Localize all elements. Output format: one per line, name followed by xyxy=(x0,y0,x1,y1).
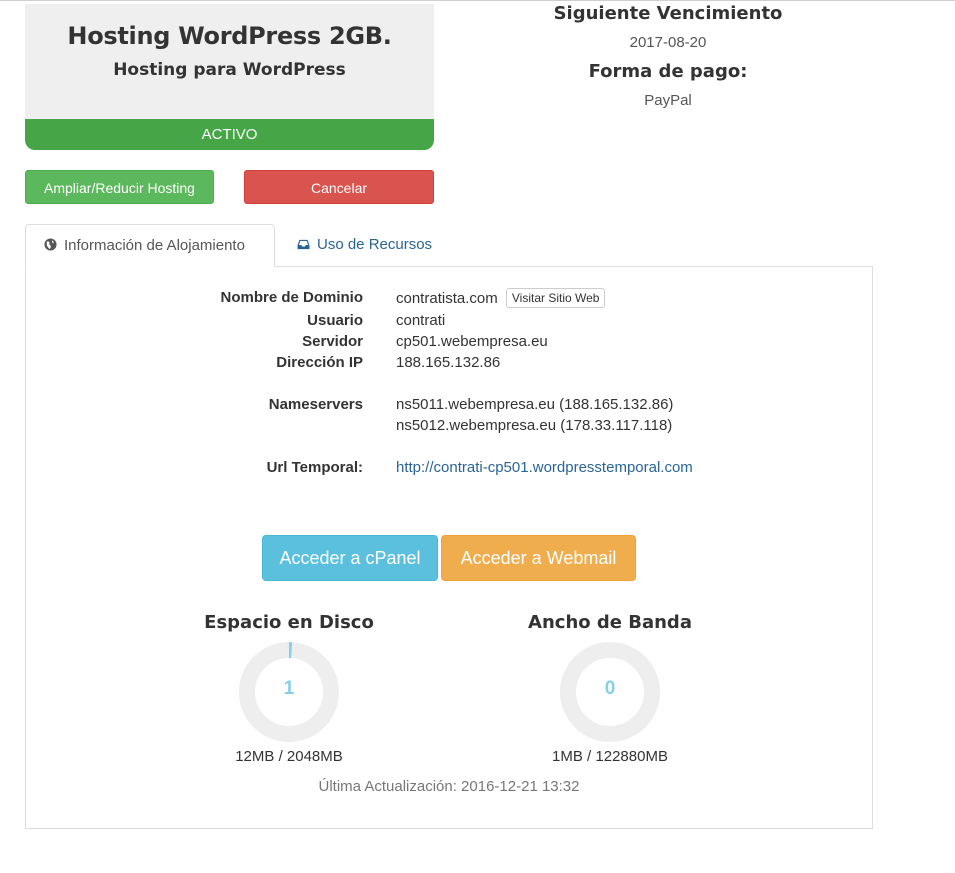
ip-label: Dirección IP xyxy=(276,354,363,371)
payment-method-value: PayPal xyxy=(644,92,692,109)
last-update-text: Última Actualización: 2016-12-21 13:32 xyxy=(318,778,580,795)
payment-method-label: Forma de pago: xyxy=(588,61,748,82)
tab-hosting-info[interactable]: Información de Alojamiento xyxy=(25,224,275,267)
bandwidth-text: 1MB / 122880MB xyxy=(552,748,668,765)
upgrade-downgrade-button[interactable]: Ampliar/Reducir Hosting xyxy=(25,170,214,204)
billing-info: Siguiente Vencimiento 2017-08-20 Forma d… xyxy=(470,0,866,109)
server-label: Servidor xyxy=(302,333,363,350)
disk-usage-title: Espacio en Disco xyxy=(204,612,374,633)
bandwidth-title: Ancho de Banda xyxy=(528,612,692,633)
product-name: Hosting WordPress 2GB. xyxy=(67,22,392,50)
status-badge: ACTIVO xyxy=(25,119,434,150)
domain-label: Nombre de Dominio xyxy=(220,289,363,306)
username-label: Usuario xyxy=(307,312,363,329)
cancel-button[interactable]: Cancelar xyxy=(244,170,434,204)
globe-icon xyxy=(44,225,57,267)
product-summary: Hosting WordPress 2GB. Hosting para Word… xyxy=(25,4,434,150)
tab-hosting-info-label: Información de Alojamiento xyxy=(64,237,245,254)
product-group: Hosting para WordPress xyxy=(113,60,346,80)
tab-resource-usage-label: Uso de Recursos xyxy=(317,236,433,253)
disk-usage-gauge: 1 xyxy=(237,640,341,744)
bandwidth-percent: 0 xyxy=(604,678,616,699)
disk-usage-percent: 1 xyxy=(283,678,295,699)
disk-usage-text: 12MB / 2048MB xyxy=(235,748,343,765)
temp-url-value: http://contrati-cp501.wordpresstemporal.… xyxy=(396,459,693,476)
bandwidth-gauge: 0 xyxy=(558,640,662,744)
next-due-label: Siguiente Vencimiento xyxy=(553,3,783,24)
ip-value: 188.165.132.86 xyxy=(396,354,501,371)
tab-resource-usage[interactable]: Uso de Recursos xyxy=(285,224,455,267)
username-value: contrati xyxy=(396,312,446,329)
webmail-login-button[interactable]: Acceder a Webmail xyxy=(441,535,636,581)
domain-text: contratista.com xyxy=(396,289,498,307)
nameserver-2: ns5012.webempresa.eu (178.33.117.118) xyxy=(396,417,673,434)
temp-url-link[interactable]: http://contrati-cp501.wordpresstemporal.… xyxy=(396,459,693,476)
hosting-info-panel: Nombre de Dominio contratista.com Visita… xyxy=(25,266,873,829)
inbox-icon xyxy=(297,224,310,266)
next-due-value: 2017-08-20 xyxy=(629,34,707,51)
visit-website-button[interactable]: Visitar Sitio Web xyxy=(505,288,606,308)
nameservers-label: Nameservers xyxy=(268,396,363,413)
temp-url-label: Url Temporal: xyxy=(266,459,363,476)
server-value: cp501.webempresa.eu xyxy=(396,333,548,350)
cpanel-login-button[interactable]: Acceder a cPanel xyxy=(262,535,438,581)
domain-value: contratista.com Visitar Sitio Web xyxy=(396,288,606,309)
nameserver-1: ns5011.webempresa.eu (188.165.132.86) xyxy=(396,396,674,413)
